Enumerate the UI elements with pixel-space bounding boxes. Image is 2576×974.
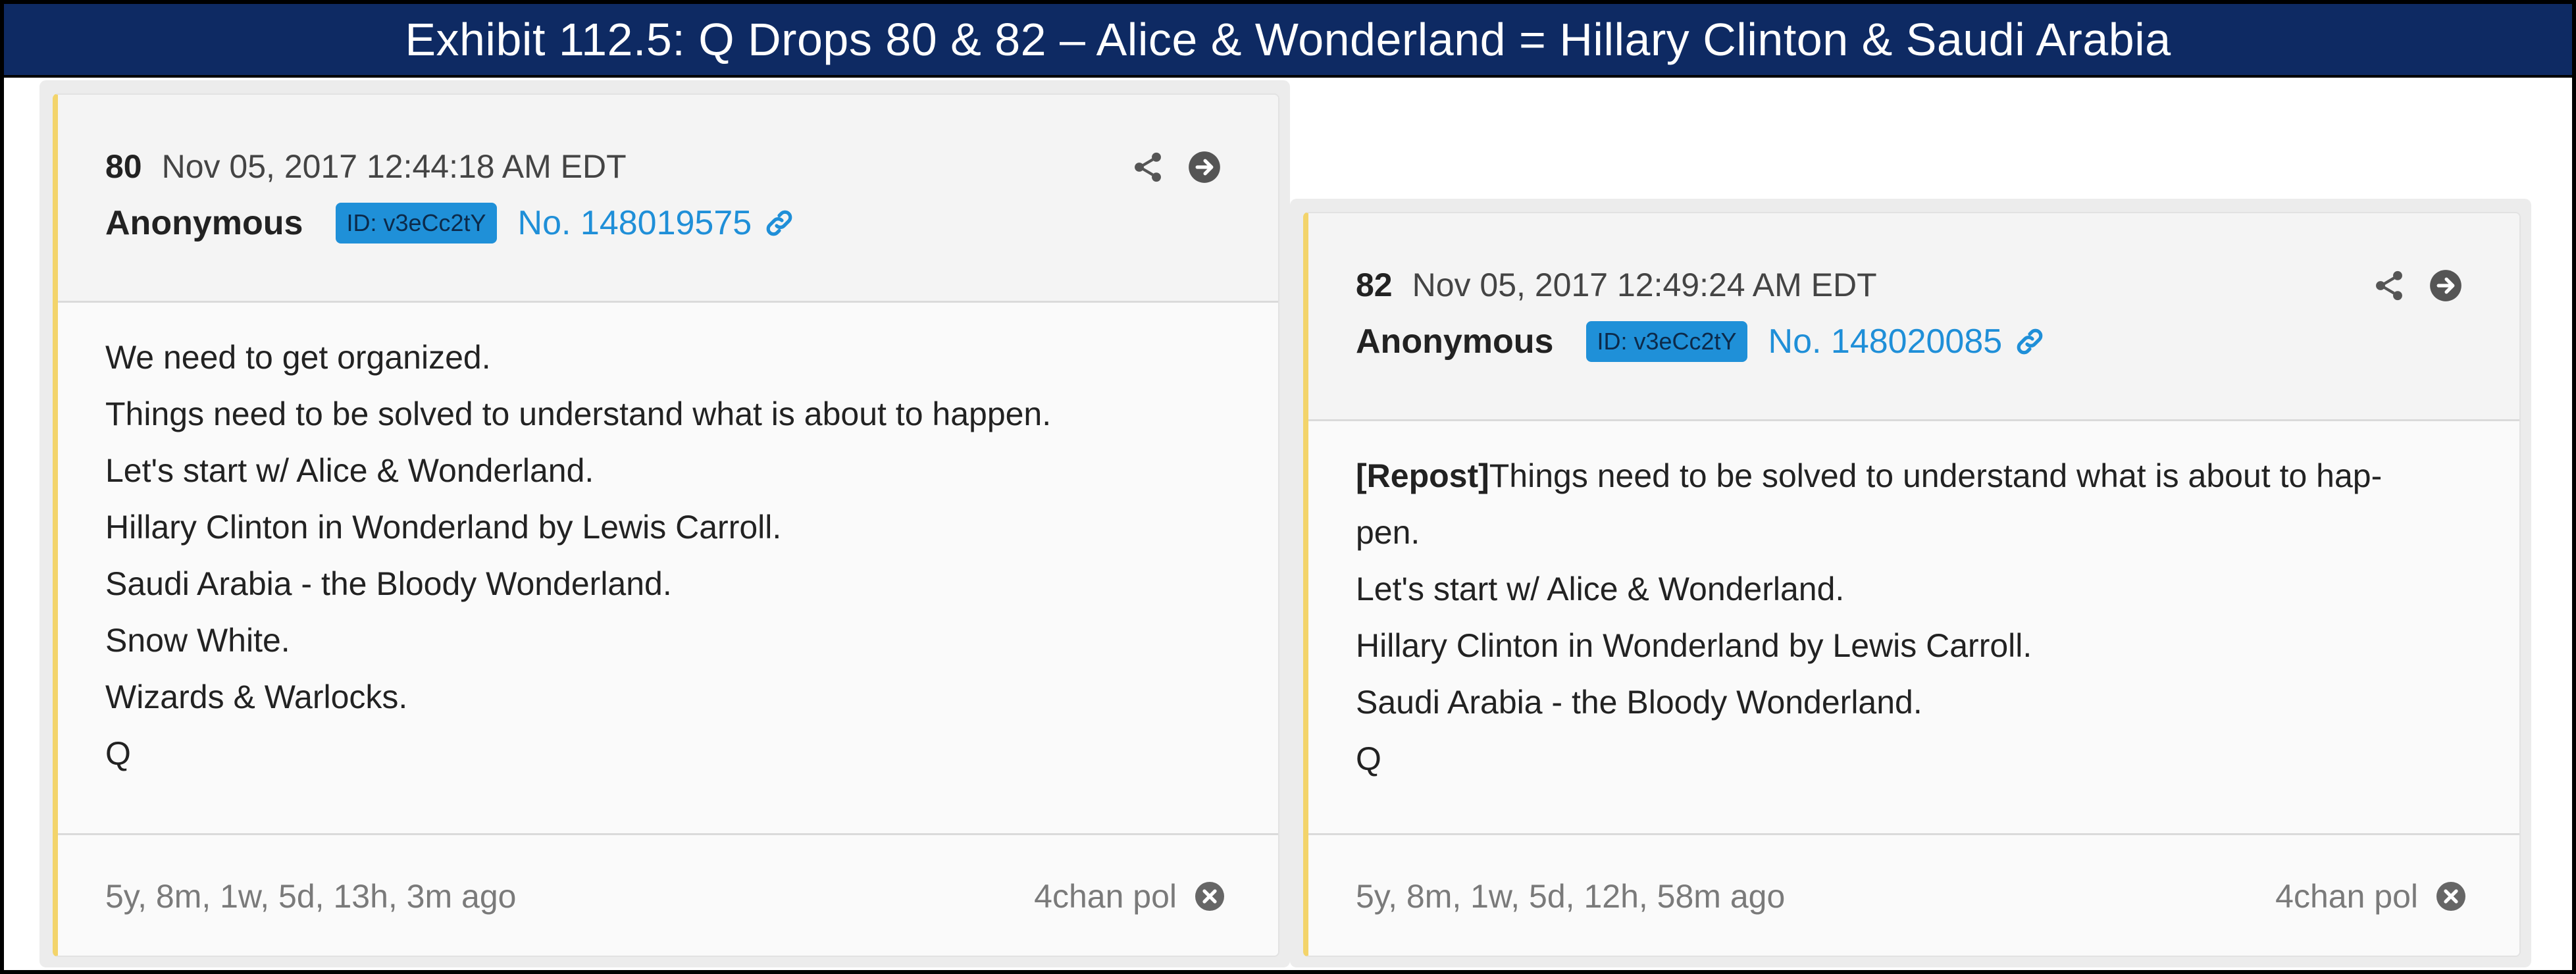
post-age: 5y, 8m, 1w, 5d, 13h, 3m ago: [105, 878, 517, 915]
post-meta-line: 80 Nov 05, 2017 12:44:18 AM EDT: [105, 147, 627, 186]
post-number: 82: [1356, 267, 1393, 303]
close-circle-icon[interactable]: [1194, 881, 1225, 912]
post-meta-line: 82 Nov 05, 2017 12:49:24 AM EDT: [1356, 266, 1877, 304]
post-body: [Repost]Things need to be solved to unde…: [1356, 448, 2480, 787]
post-footer: 5y, 8m, 1w, 5d, 13h, 3m ago 4chan pol: [58, 833, 1278, 956]
post-source: 4chan pol: [1034, 877, 1225, 915]
post-author-line: Anonymous ID: v3eCc2tY No. 148020085: [1356, 321, 2046, 362]
post-number: 80: [105, 148, 142, 185]
post-body-line: [Repost]Things need to be solved to unde…: [1356, 448, 2480, 504]
post-body-line: Hillary Clinton in Wonderland by Lewis C…: [1356, 627, 2032, 664]
post-source: 4chan pol: [2275, 877, 2467, 915]
post-header-actions: [2372, 269, 2463, 303]
post-header-actions: [1131, 150, 1222, 184]
post-body-line: We need to get organized.: [105, 339, 491, 376]
post-header: 82 Nov 05, 2017 12:49:24 AM EDT Anonymou…: [1308, 213, 2519, 421]
post-header: 80 Nov 05, 2017 12:44:18 AM EDT Anonymou…: [58, 95, 1278, 303]
poster-id-badge[interactable]: ID: v3eCc2tY: [1586, 321, 1747, 362]
post-footer: 5y, 8m, 1w, 5d, 12h, 58m ago 4chan pol: [1308, 833, 2519, 956]
post-body-line: Q: [1356, 740, 1381, 777]
arrow-right-circle-icon[interactable]: [1187, 150, 1222, 184]
exhibit-frame: Exhibit 112.5: Q Drops 80 & 82 – Alice &…: [0, 0, 2576, 974]
post-date: Nov 05, 2017 12:44:18 AM EDT: [161, 148, 627, 185]
post-body-line: Hillary Clinton in Wonderland by Lewis C…: [105, 509, 782, 546]
post-card-inner: 80 Nov 05, 2017 12:44:18 AM EDT Anonymou…: [53, 93, 1279, 957]
post-author: Anonymous: [105, 204, 303, 242]
post-body-line: Snow White.: [105, 622, 290, 659]
link-icon: [766, 210, 792, 236]
post-body-line: Wizards & Warlocks.: [105, 679, 408, 715]
share-icon[interactable]: [1131, 150, 1165, 184]
post-link-label: No. 148019575: [517, 204, 752, 242]
post-link-label: No. 148020085: [1768, 322, 2003, 361]
post-card-82: 82 Nov 05, 2017 12:49:24 AM EDT Anonymou…: [1290, 199, 2531, 967]
post-body-line: Things need to be solved to understand w…: [105, 396, 1052, 432]
post-body-line: Q: [105, 735, 131, 772]
post-date: Nov 05, 2017 12:49:24 AM EDT: [1412, 267, 1877, 303]
post-number-link[interactable]: No. 148019575: [518, 203, 796, 243]
post-body-text: Things need to be solved to understand w…: [1489, 457, 2383, 494]
arrow-right-circle-icon[interactable]: [2429, 269, 2463, 303]
post-author-line: Anonymous ID: v3eCc2tY No. 148019575: [105, 203, 795, 244]
post-body-line: Let's start w/ Alice & Wonderland.: [105, 452, 594, 489]
post-body-line: Let's start w/ Alice & Wonderland.: [1356, 571, 1845, 607]
exhibit-title: Exhibit 112.5: Q Drops 80 & 82 – Alice &…: [4, 4, 2572, 78]
poster-id-badge[interactable]: ID: v3eCc2tY: [336, 203, 497, 244]
post-source-label: 4chan pol: [1034, 878, 1177, 915]
post-body-line: Saudi Arabia - the Bloody Wonderland.: [105, 565, 672, 602]
post-author: Anonymous: [1356, 322, 1554, 361]
post-card-80: 80 Nov 05, 2017 12:44:18 AM EDT Anonymou…: [39, 80, 1290, 967]
link-icon: [2017, 328, 2043, 355]
post-body: We need to get organized. Things need to…: [105, 329, 1239, 782]
close-circle-icon[interactable]: [2435, 881, 2467, 912]
repost-tag: [Repost]: [1356, 457, 1489, 494]
post-number-link[interactable]: No. 148020085: [1768, 322, 2046, 361]
share-icon[interactable]: [2372, 269, 2406, 303]
post-age: 5y, 8m, 1w, 5d, 12h, 58m ago: [1356, 878, 1786, 915]
post-body-line: Saudi Arabia - the Bloody Wonderland.: [1356, 684, 1922, 721]
post-card-inner: 82 Nov 05, 2017 12:49:24 AM EDT Anonymou…: [1303, 212, 2521, 957]
post-body-line: pen.: [1356, 514, 1420, 551]
post-source-label: 4chan pol: [2275, 878, 2418, 915]
